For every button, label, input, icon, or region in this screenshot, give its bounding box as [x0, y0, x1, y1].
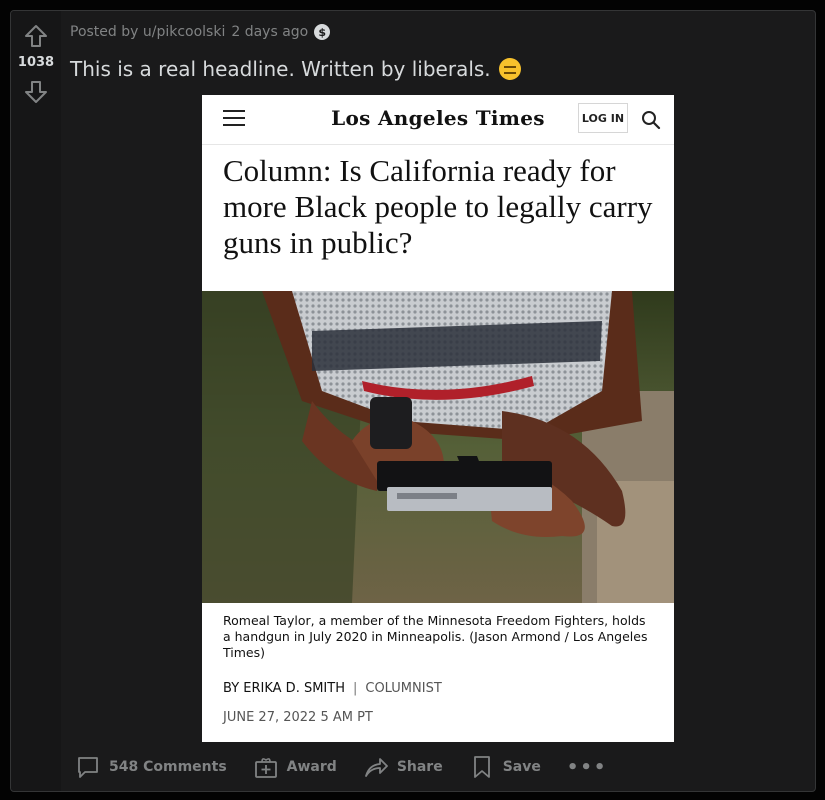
post-card: 1038 Posted by u/pikcoolski 2 days ago $…: [10, 10, 816, 792]
lat-header: Los Angeles Times LOG IN: [202, 95, 674, 145]
search-icon: [642, 111, 661, 130]
save-button[interactable]: Save: [469, 754, 541, 780]
share-button[interactable]: Share: [363, 754, 443, 780]
comments-button[interactable]: 548 Comments: [75, 754, 227, 780]
article-photo: [202, 291, 674, 603]
comments-label: 548 Comments: [109, 759, 227, 775]
author: BY ERIKA D. SMITH: [223, 681, 345, 696]
post-image[interactable]: Los Angeles Times LOG IN Column: Is Cali…: [202, 95, 674, 742]
share-icon: [364, 758, 388, 777]
post-actions: 548 Comments Award Share Save •••: [75, 753, 607, 781]
vote-column: 1038: [11, 11, 61, 791]
author-role: COLUMNIST: [365, 681, 442, 696]
share-label: Share: [396, 759, 443, 775]
posted-by-link[interactable]: Posted by u/pikcoolski: [70, 24, 225, 40]
login-button: LOG IN: [578, 103, 628, 133]
post-title[interactable]: This is a real headline. Written by libe…: [70, 57, 521, 81]
award-label: Award: [286, 759, 337, 775]
byline-separator: |: [352, 681, 358, 696]
comment-icon: [78, 757, 98, 778]
arrow-down-icon[interactable]: [23, 79, 49, 105]
article-date: JUNE 27, 2022 5 AM PT: [223, 710, 373, 725]
expressionless-face-icon: [498, 58, 521, 80]
gift-icon: [254, 758, 277, 778]
bookmark-icon: [473, 756, 490, 778]
award-badge-icon: $: [314, 24, 331, 40]
post-meta: Posted by u/pikcoolski 2 days ago $: [70, 24, 331, 40]
more-options-icon[interactable]: •••: [567, 757, 608, 778]
save-label: Save: [502, 759, 541, 775]
article-headline: Column: Is California ready for more Bla…: [223, 153, 653, 260]
photo-caption: Romeal Taylor, a member of the Minnesota…: [223, 613, 648, 660]
vote-score: 1038: [17, 55, 55, 70]
byline: BY ERIKA D. SMITH | COLUMNIST: [223, 681, 442, 696]
award-button[interactable]: Award: [253, 754, 337, 780]
post-age: 2 days ago: [231, 24, 309, 40]
arrow-up-icon[interactable]: [23, 23, 49, 49]
post-title-text: This is a real headline. Written by libe…: [70, 57, 491, 81]
